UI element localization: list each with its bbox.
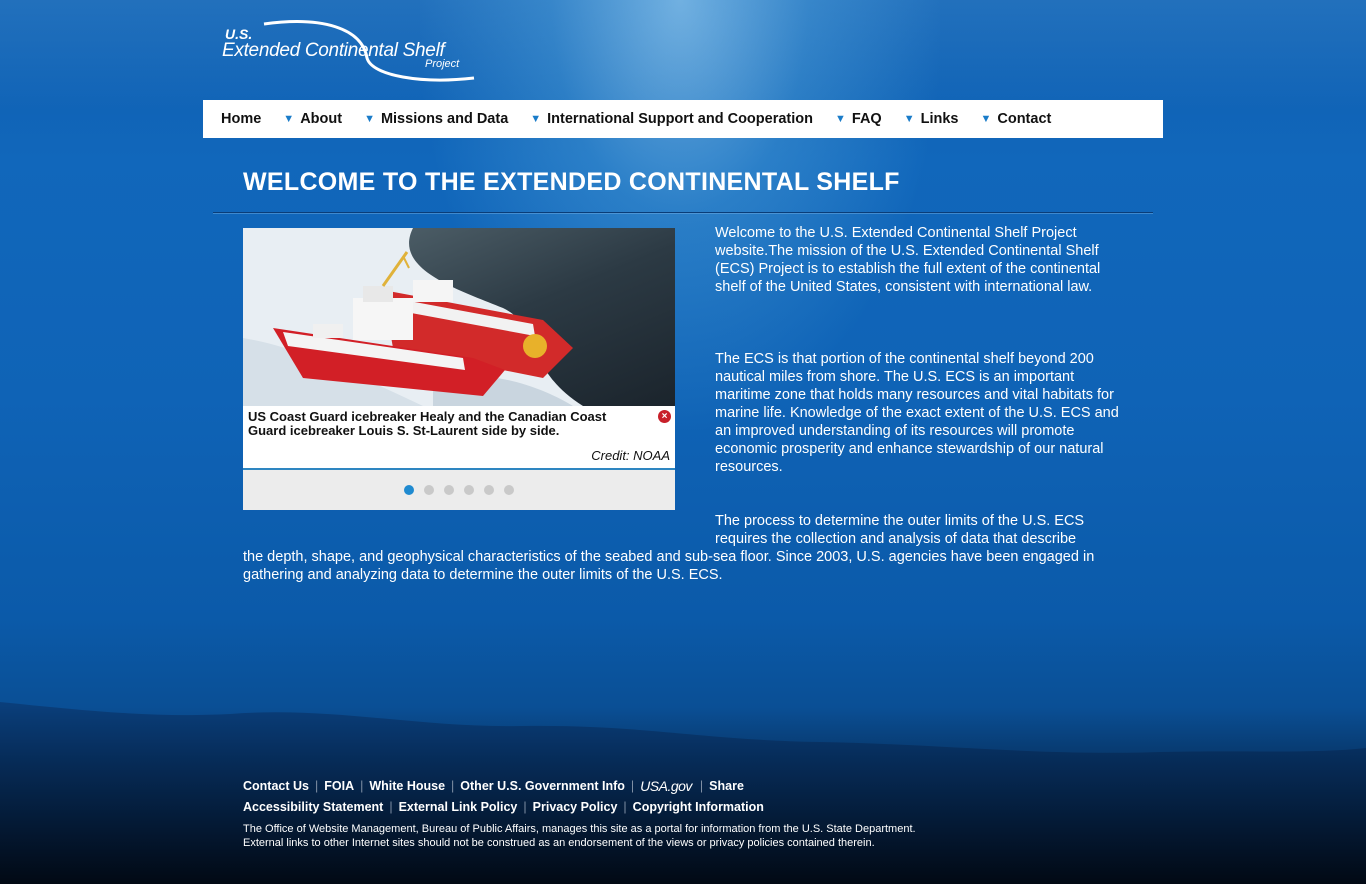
logo-line-3: Project [425,58,460,70]
footer-links-row-2: Accessibility Statement | External Link … [243,800,764,814]
caption-credit: Credit: NOAA [591,448,670,463]
nav-international-support[interactable]: ▼ International Support and Cooperation [530,111,813,127]
footer-link-share[interactable]: Share [709,779,744,793]
icebreaker-photo[interactable] [243,228,675,406]
site-logo[interactable]: U.S. Extended Continental Shelf Project [222,18,482,84]
nav-home[interactable]: Home [221,111,261,127]
footer-disclaimer: The Office of Website Management, Bureau… [243,822,1103,850]
triangle-down-icon: ▼ [283,113,295,125]
footer-link-foia[interactable]: FOIA [324,779,354,793]
footer-link-external-link-policy[interactable]: External Link Policy [399,800,518,814]
main-nav: Home ▼ About ▼ Missions and Data ▼ Inter… [203,100,1163,138]
footer-separator: | [451,779,455,793]
nav-label: Home [221,111,262,127]
pager-dot-3[interactable] [444,485,454,495]
nav-label: Missions and Data [380,111,509,127]
footer-links-row-1: Contact Us | FOIA | White House | Other … [243,778,744,794]
nav-about[interactable]: ▼ About [283,111,342,127]
footer-link-privacy-policy[interactable]: Privacy Policy [533,800,618,814]
pager-dot-6[interactable] [504,485,514,495]
nav-contact[interactable]: ▼ Contact [980,111,1051,127]
nav-label: Contact [997,111,1052,127]
caption-text: US Coast Guard icebreaker Healy and the … [248,409,607,438]
nav-label: International Support and Cooperation [547,111,813,127]
pager-dot-1[interactable] [404,485,414,495]
footer-separator: | [623,800,627,814]
pager-dot-5[interactable] [484,485,494,495]
footer-separator: | [523,800,527,814]
pager-dot-2[interactable] [424,485,434,495]
footer-separator: | [360,779,364,793]
footer-link-contact-us[interactable]: Contact Us [243,779,309,793]
process-paragraph-start: The process to determine the outer limit… [715,513,1085,547]
pager-dot-4[interactable] [464,485,474,495]
triangle-down-icon: ▼ [364,113,375,125]
process-paragraph-end: the depth, shape, and geophysical charac… [243,549,1095,583]
nav-links[interactable]: ▼ Links [904,111,959,127]
footer-note-line-1: The Office of Website Management, Bureau… [243,823,916,835]
ecs-definition-paragraph: The ECS is that portion of the continent… [715,351,1119,475]
triangle-down-icon: ▼ [530,113,542,125]
footer-separator: | [630,779,635,793]
nav-label: FAQ [851,111,882,127]
slide-pager [243,470,675,510]
nav-label: About [300,111,343,127]
footer-separator: | [699,779,704,793]
footer-link-accessibility[interactable]: Accessibility Statement [243,800,383,814]
usa-gov-logo[interactable]: USA.gov [640,778,692,794]
background-surface-ripple [0,0,1366,110]
footer-link-copyright[interactable]: Copyright Information [633,800,764,814]
image-slideshow: US Coast Guard icebreaker Healy and the … [243,228,675,510]
logo-line-2: Extended Continental Shelf [222,40,445,61]
triangle-down-icon: ▼ [980,113,992,125]
footer-link-white-house[interactable]: White House [369,779,445,793]
triangle-down-icon: ▼ [835,113,846,125]
page-title: WELCOME TO THE EXTENDED CONTINENTAL SHEL… [243,168,900,196]
footer-separator: | [389,800,393,814]
triangle-down-icon: ▼ [903,113,915,125]
footer-separator: | [314,779,319,793]
title-divider [213,212,1153,213]
nav-faq[interactable]: ▼ FAQ [835,111,882,127]
footer-note-line-2: External links to other Internet sites s… [243,837,875,849]
intro-paragraph: Welcome to the U.S. Extended Continental… [715,225,1101,295]
nav-missions-and-data[interactable]: ▼ Missions and Data [364,111,508,127]
footer-link-other-gov-info[interactable]: Other U.S. Government Info [460,779,625,793]
slide-caption: US Coast Guard icebreaker Healy and the … [243,406,675,470]
close-icon[interactable]: × [658,410,671,423]
nav-label: Links [920,111,959,127]
